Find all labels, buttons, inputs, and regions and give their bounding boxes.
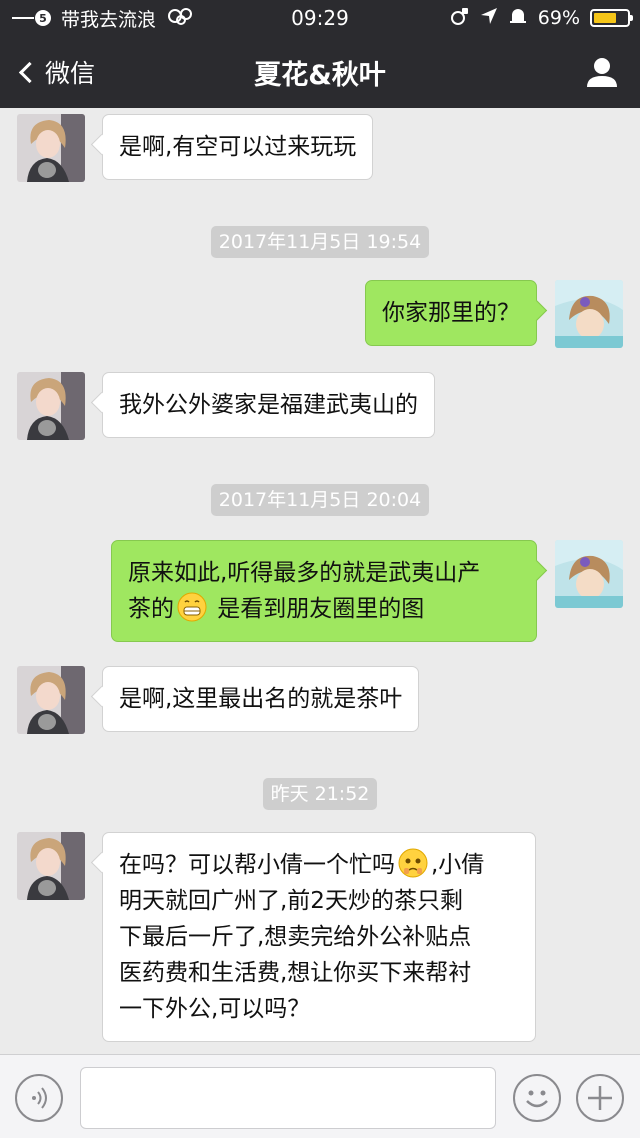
message-line: 茶的 是看到朋友圈里的图 bbox=[128, 591, 520, 627]
input-bar bbox=[0, 1054, 640, 1138]
message-line: 明天就回广州了,前2天炒的茶只剩 bbox=[119, 888, 463, 914]
received-message[interactable]: 在吗？可以帮小倩一个忙吗 ,小倩 明天就回广州了,前2天炒的茶只剩 下最后一斤了… bbox=[102, 832, 536, 1042]
back-label: 微信 bbox=[45, 59, 96, 88]
message-input[interactable] bbox=[80, 1067, 496, 1129]
received-message[interactable]: 我外公外婆家是福建武夷山的 bbox=[102, 372, 435, 438]
sent-message[interactable]: 你家那里的？ bbox=[365, 280, 537, 346]
message-text: 我外公外婆家是福建武夷山的 bbox=[119, 392, 418, 418]
battery-level bbox=[594, 13, 617, 23]
received-message[interactable]: 是啊,有空可以过来玩玩 bbox=[102, 114, 374, 180]
contact-avatar[interactable] bbox=[17, 832, 85, 900]
contact-avatar[interactable] bbox=[17, 372, 85, 440]
sent-message[interactable]: 原来如此,听得最多的就是武夷山产 茶的 是看到朋友圈里的图 bbox=[111, 540, 537, 642]
timestamp-label: 2017年11月5日 20:04 bbox=[210, 484, 430, 516]
message-text: 茶的 bbox=[128, 596, 174, 622]
lock-rotation-icon bbox=[450, 6, 470, 31]
contact-avatar[interactable] bbox=[17, 666, 85, 734]
person-icon[interactable] bbox=[584, 54, 620, 90]
battery-icon bbox=[590, 9, 633, 27]
back-button[interactable]: 微信 bbox=[16, 36, 95, 108]
message-line: 医药费和生活费,想让你买下来帮衬 bbox=[119, 960, 472, 986]
signal-badge: 5 bbox=[35, 10, 51, 26]
smiley-icon[interactable] bbox=[513, 1074, 561, 1122]
message-text: 是啊,有空可以过来玩玩 bbox=[119, 134, 357, 160]
status-bar: 5 带我去流浪 09:29 69% bbox=[0, 0, 640, 36]
message-text: 是看到朋友圈里的图 bbox=[210, 596, 425, 622]
message-text: 你家那里的？ bbox=[382, 300, 520, 326]
grin-emoji-icon bbox=[177, 592, 207, 622]
message-text: 在吗？可以帮小倩一个忙吗 bbox=[119, 852, 395, 878]
plus-icon[interactable] bbox=[576, 1074, 624, 1122]
message-line: 下最后一斤了,想卖完给外公补贴点 bbox=[119, 924, 472, 950]
notification-icon bbox=[166, 5, 196, 32]
signal-indicator: 5 bbox=[12, 10, 51, 26]
location-icon bbox=[480, 7, 498, 30]
chevron-left-icon bbox=[18, 61, 41, 83]
voice-icon[interactable] bbox=[15, 1074, 63, 1122]
contact-avatar[interactable] bbox=[17, 114, 85, 182]
nav-bar: 微信 夏花&秋叶 bbox=[0, 36, 640, 108]
my-avatar[interactable] bbox=[555, 540, 623, 608]
timestamp: 昨天 21:52 bbox=[0, 778, 640, 810]
message-line: 在吗？可以帮小倩一个忙吗 ,小倩 bbox=[119, 847, 519, 883]
timestamp: 2017年11月5日 20:04 bbox=[0, 484, 640, 516]
message-line: 一下外公,可以吗？ bbox=[119, 996, 311, 1022]
timestamp-label: 昨天 21:52 bbox=[262, 778, 378, 810]
pleading-emoji-icon bbox=[398, 848, 428, 878]
message-text: ,小倩 bbox=[431, 852, 485, 878]
timestamp: 2017年11月5日 19:54 bbox=[0, 226, 640, 258]
battery-percent: 69% bbox=[537, 7, 580, 29]
timestamp-label: 2017年11月5日 19:54 bbox=[210, 226, 430, 258]
message-line: 原来如此,听得最多的就是武夷山产 bbox=[128, 560, 481, 586]
chat-area[interactable]: 是啊,有空可以过来玩玩 2017年11月5日 19:54 你家那里的？ 我外公外… bbox=[0, 108, 640, 1054]
my-avatar[interactable] bbox=[555, 280, 623, 348]
received-message[interactable]: 是啊,这里最出名的就是茶叶 bbox=[102, 666, 420, 732]
message-text: 是啊,这里最出名的就是茶叶 bbox=[119, 686, 403, 712]
alarm-icon bbox=[508, 6, 528, 31]
carrier-name: 带我去流浪 bbox=[61, 8, 157, 31]
chat-title: 夏花&秋叶 bbox=[254, 59, 386, 91]
